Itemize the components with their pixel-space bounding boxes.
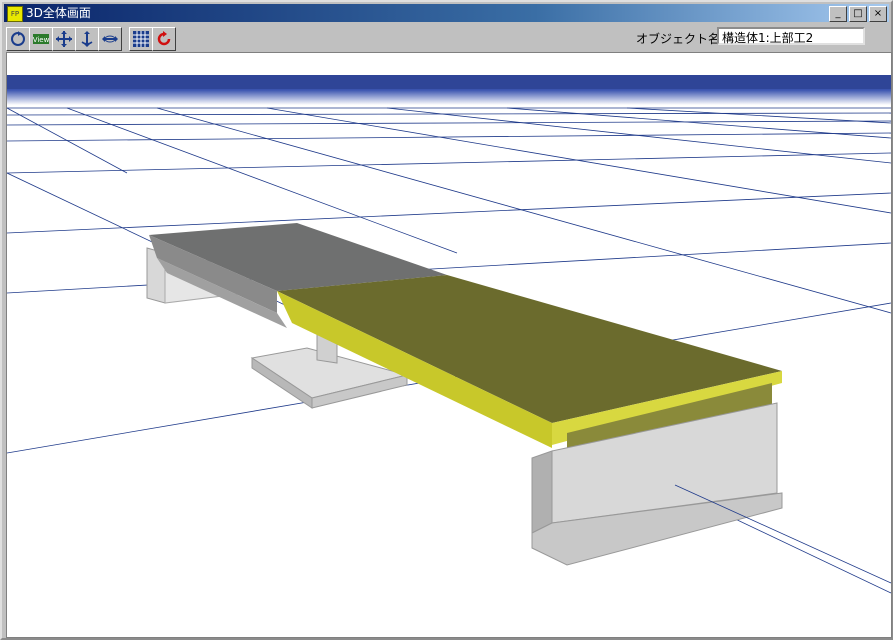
reset-icon (157, 31, 171, 46)
grid-toggle-icon (133, 31, 149, 47)
3d-viewport[interactable] (6, 52, 892, 638)
pan-button[interactable] (52, 27, 76, 51)
window-title: 3D全体画面 (26, 6, 91, 20)
close-button[interactable]: × (869, 6, 887, 22)
minimize-button[interactable]: _ (829, 6, 847, 22)
view-icon: View (33, 34, 50, 44)
maximize-button[interactable]: □ (849, 6, 867, 22)
zoom-button[interactable] (75, 27, 99, 51)
title-bar[interactable]: FP 3D全体画面 _ □ × (4, 4, 889, 22)
sky-band (7, 75, 891, 89)
app-icon: FP (7, 6, 23, 22)
svg-text:View: View (33, 36, 50, 44)
zoom-icon (81, 31, 93, 47)
rotate-horizontal-button[interactable] (98, 27, 122, 51)
toolbar: View オブジェクト名 構造体1:上部工2 (4, 24, 889, 52)
rotate-horizontal-icon (102, 35, 118, 43)
object-name-label: オブジェクト名 (636, 32, 721, 46)
rotate-view-button[interactable] (6, 27, 30, 51)
rotate-view-icon (11, 31, 25, 46)
pan-icon (56, 31, 72, 47)
object-name-field[interactable]: 構造体1:上部工2 (717, 27, 865, 45)
reset-button[interactable] (152, 27, 176, 51)
scene-canvas (7, 75, 891, 594)
grid-toggle-button[interactable] (129, 27, 153, 51)
app-window: FP 3D全体画面 _ □ × View オブジェクト名 構造体1:上部工2 (0, 0, 893, 640)
view-button[interactable]: View (29, 27, 53, 51)
